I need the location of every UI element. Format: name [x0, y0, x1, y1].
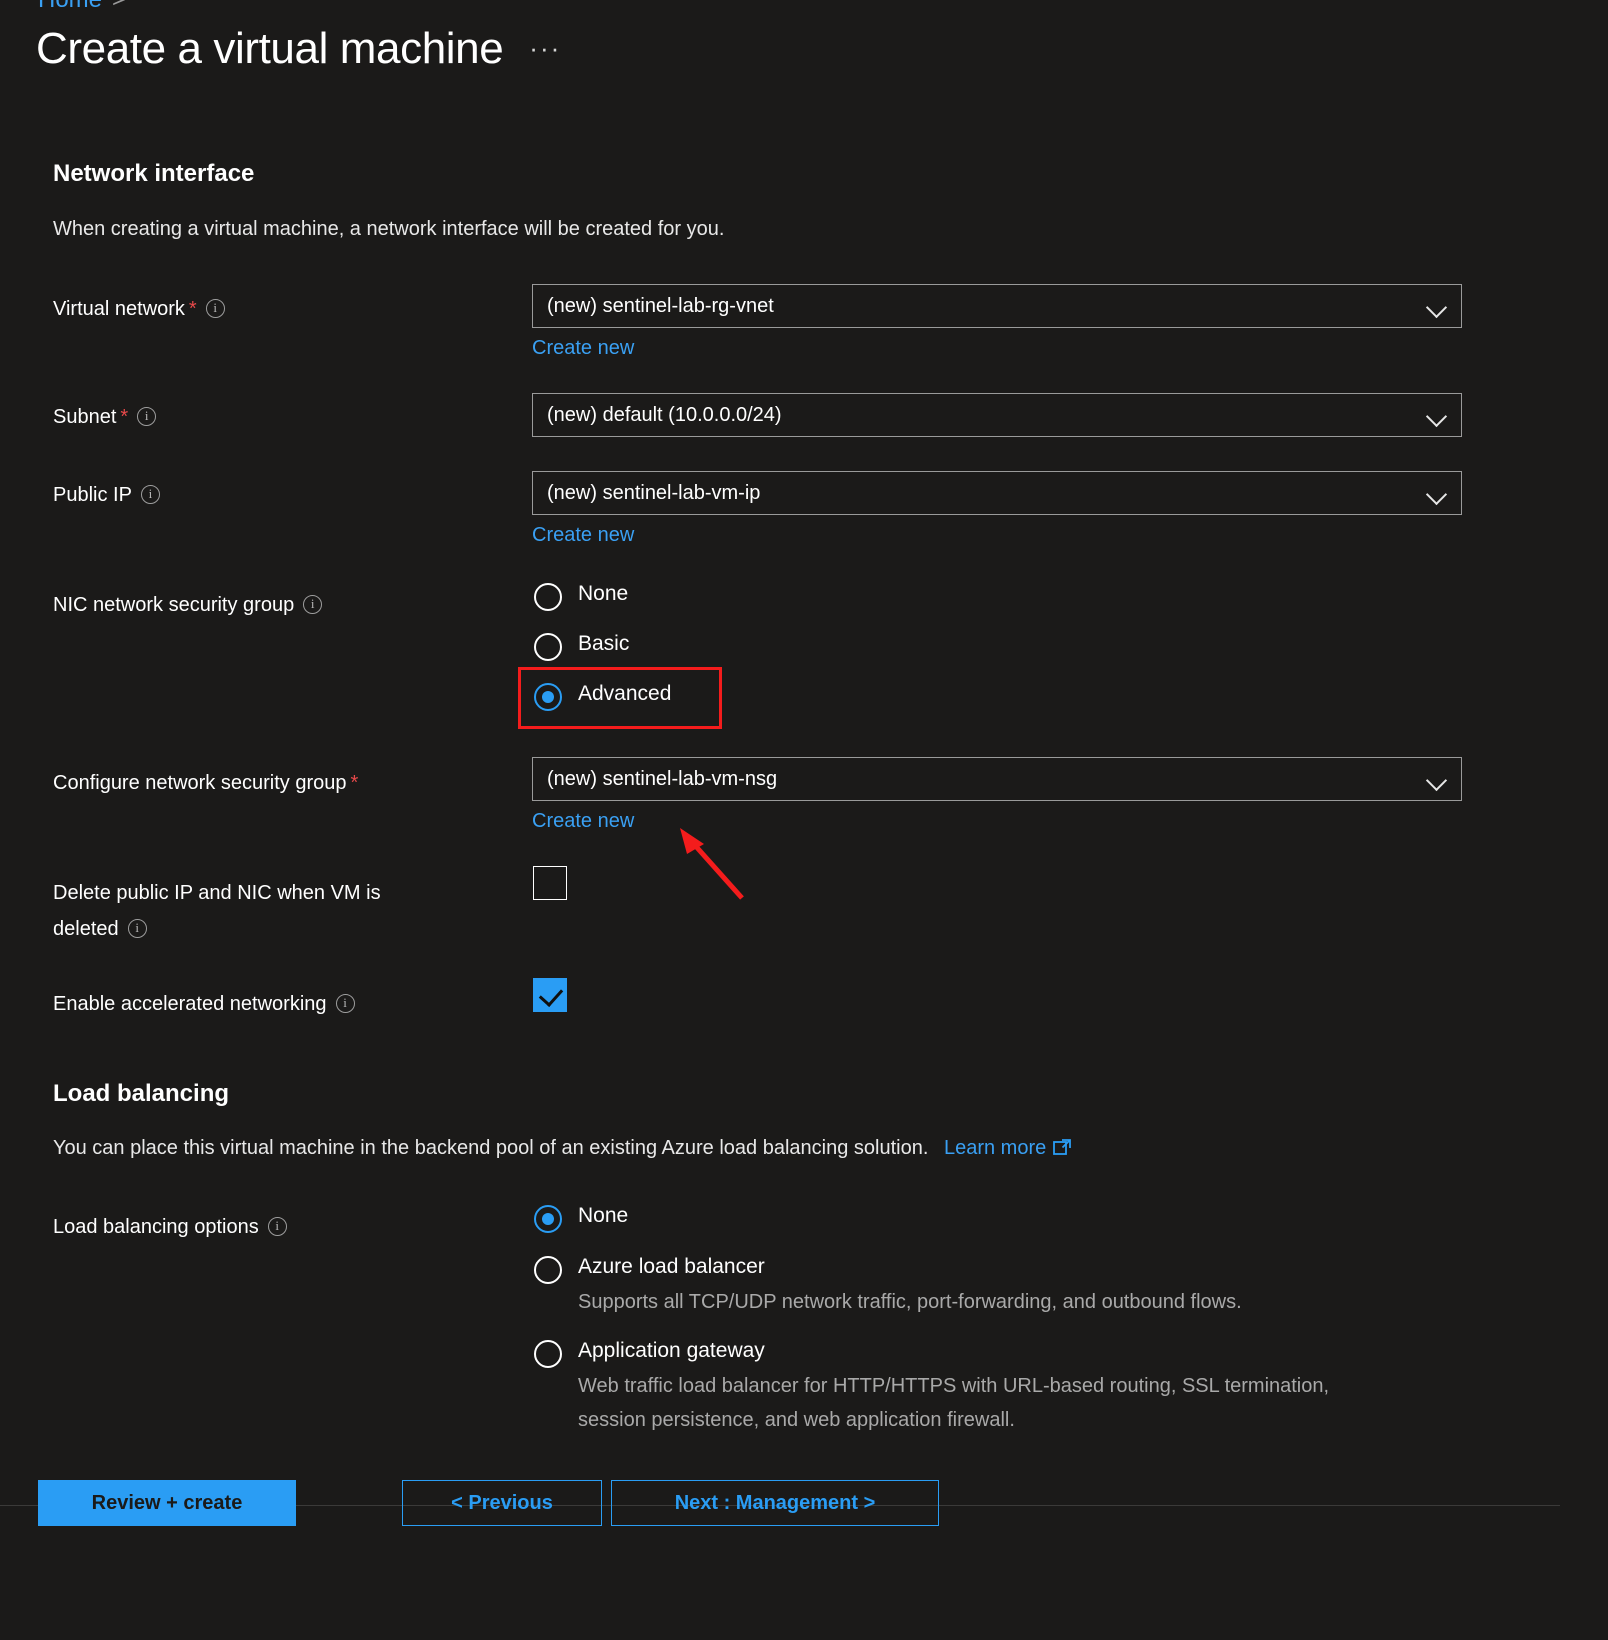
- info-icon[interactable]: [140, 483, 160, 505]
- label-configure-nsg-text: Configure network security group: [53, 772, 347, 794]
- chevron-down-icon: [1427, 409, 1447, 421]
- label-configure-network-security-group: Configure network security group *: [53, 766, 523, 801]
- label-nic-network-security-group: NIC network security group: [53, 588, 523, 623]
- section-heading-load-balancing: Load balancing: [53, 1080, 230, 1107]
- required-asterisk: *: [188, 298, 197, 320]
- section-heading-network-interface: Network interface: [53, 160, 255, 187]
- radio-indicator-selected: [534, 1205, 562, 1233]
- annotation-arrow: [680, 828, 744, 900]
- label-load-balancing-options-text: Load balancing options: [53, 1216, 259, 1238]
- chevron-down-icon: [1427, 773, 1447, 785]
- radio-load-balancing-azure-load-balancer[interactable]: Azure load balancer Supports all TCP/UDP…: [534, 1255, 1242, 1319]
- review-create-button[interactable]: Review + create: [38, 1480, 296, 1526]
- breadcrumb[interactable]: Home >: [38, 0, 126, 14]
- select-subnet-value: (new) default (10.0.0.0/24): [547, 403, 782, 426]
- label-virtual-network-text: Virtual network: [53, 298, 185, 320]
- link-create-new-nsg[interactable]: Create new: [532, 810, 634, 833]
- select-virtual-network-value: (new) sentinel-lab-rg-vnet: [547, 294, 774, 317]
- radio-load-balancing-application-gateway[interactable]: Application gateway Web traffic load bal…: [534, 1339, 1368, 1437]
- link-create-new-vnet[interactable]: Create new: [532, 337, 634, 360]
- radio-indicator: [534, 633, 562, 661]
- label-enable-accelerated-networking: Enable accelerated networking: [53, 987, 523, 1022]
- select-configure-nsg-value: (new) sentinel-lab-vm-nsg: [547, 767, 778, 790]
- info-icon[interactable]: [205, 297, 225, 319]
- checkbox-enable-accelerated-networking[interactable]: [533, 978, 567, 1012]
- previous-button[interactable]: < Previous: [402, 1480, 602, 1526]
- link-create-new-public-ip[interactable]: Create new: [532, 524, 634, 547]
- checkbox-delete-public-ip-and-nic[interactable]: [533, 866, 567, 900]
- radio-nic-nsg-basic[interactable]: Basic: [534, 632, 629, 661]
- label-delete-ip-nic-line1: Delete public IP and NIC when VM is: [53, 882, 381, 904]
- chevron-down-icon: [1427, 487, 1447, 499]
- page-header: Create a virtual machine ···: [36, 24, 561, 74]
- breadcrumb-home[interactable]: Home: [38, 0, 102, 13]
- radio-description: Supports all TCP/UDP network traffic, po…: [578, 1291, 1242, 1313]
- load-balancing-description-text: You can place this virtual machine in th…: [53, 1137, 929, 1159]
- radio-nic-nsg-none[interactable]: None: [534, 582, 628, 611]
- required-asterisk: *: [350, 772, 359, 794]
- radio-nic-nsg-advanced[interactable]: Advanced: [534, 682, 671, 711]
- radio-label: Application gateway: [578, 1339, 765, 1362]
- select-configure-network-security-group[interactable]: (new) sentinel-lab-vm-nsg: [532, 757, 1462, 801]
- more-options-button[interactable]: ···: [529, 33, 561, 64]
- label-delete-public-ip-and-nic: Delete public IP and NIC when VM is dele…: [53, 875, 523, 947]
- select-virtual-network[interactable]: (new) sentinel-lab-rg-vnet: [532, 284, 1462, 328]
- label-accelerated-networking-text: Enable accelerated networking: [53, 993, 327, 1015]
- radio-indicator-selected: [534, 683, 562, 711]
- info-icon[interactable]: [335, 992, 355, 1014]
- page-title: Create a virtual machine: [36, 24, 504, 73]
- info-icon[interactable]: [127, 917, 147, 939]
- info-icon[interactable]: [303, 593, 323, 615]
- label-subnet-text: Subnet: [53, 406, 117, 428]
- radio-indicator: [534, 1340, 562, 1368]
- label-public-ip-text: Public IP: [53, 484, 132, 506]
- breadcrumb-separator: >: [112, 0, 126, 13]
- select-public-ip-value: (new) sentinel-lab-vm-ip: [547, 481, 761, 504]
- label-nic-nsg-text: NIC network security group: [53, 594, 295, 616]
- label-delete-ip-nic-line2: deleted: [53, 918, 119, 940]
- radio-description: Web traffic load balancer for HTTP/HTTPS…: [578, 1375, 1330, 1431]
- radio-label: None: [578, 1204, 629, 1227]
- create-vm-page: Home > Create a virtual machine ··· Netwo…: [0, 0, 1608, 1640]
- label-public-ip: Public IP: [53, 478, 523, 513]
- link-learn-more-text: Learn more: [943, 1137, 1047, 1159]
- next-management-button[interactable]: Next : Management >: [611, 1480, 939, 1526]
- radio-label: None: [578, 582, 629, 605]
- label-subnet: Subnet *: [53, 400, 523, 435]
- radio-indicator: [534, 583, 562, 611]
- label-load-balancing-options: Load balancing options: [53, 1210, 523, 1245]
- radio-label: Advanced: [578, 682, 672, 705]
- external-link-icon: [1053, 1137, 1072, 1156]
- radio-label: Basic: [578, 632, 630, 655]
- info-icon[interactable]: [267, 1215, 287, 1237]
- section-description-load-balancing: You can place this virtual machine in th…: [53, 1135, 1072, 1160]
- label-virtual-network: Virtual network *: [53, 292, 523, 327]
- info-icon[interactable]: [137, 405, 157, 427]
- chevron-down-icon: [1427, 300, 1447, 312]
- radio-label: Azure load balancer: [578, 1255, 765, 1278]
- radio-load-balancing-none[interactable]: None: [534, 1204, 628, 1233]
- select-public-ip[interactable]: (new) sentinel-lab-vm-ip: [532, 471, 1462, 515]
- select-subnet[interactable]: (new) default (10.0.0.0/24): [532, 393, 1462, 437]
- link-learn-more[interactable]: Learn more: [944, 1137, 1072, 1159]
- section-description-network-interface: When creating a virtual machine, a netwo…: [53, 218, 725, 240]
- radio-indicator: [534, 1256, 562, 1284]
- required-asterisk: *: [120, 406, 129, 428]
